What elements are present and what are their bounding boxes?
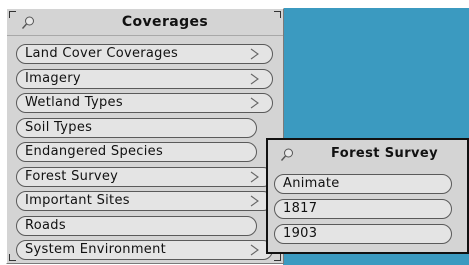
menu-item-label: Roads (25, 217, 66, 233)
menu-item-forest-survey[interactable]: Forest Survey (16, 166, 273, 187)
coverages-menu-items: Land Cover Coverages Imagery Wetland Typ… (16, 44, 273, 265)
menu-title: Coverages (121, 14, 209, 30)
submenu-item-1817[interactable]: 1817 (274, 199, 452, 219)
coverages-menu-window: Coverages Land Cover Coverages Imagery W… (6, 8, 284, 264)
menu-item-endangered-species[interactable]: Endangered Species (16, 142, 257, 162)
submenu-title: Forest Survey (331, 146, 438, 161)
menu-item-soil-types[interactable]: Soil Types (16, 117, 257, 138)
menu-item-important-sites[interactable]: Important Sites (16, 191, 273, 211)
forest-survey-items: Animate 1817 1903 (274, 174, 452, 249)
menu-item-label: Land Cover Coverages (25, 46, 179, 61)
resize-corner-bottom-left[interactable] (9, 254, 16, 261)
submenu-arrow-icon (250, 48, 260, 60)
submenu-item-1903[interactable]: 1903 (274, 224, 452, 244)
submenu-arrow-icon (250, 244, 260, 256)
submenu-titlebar: Forest Survey (268, 140, 467, 168)
submenu-item-animate[interactable]: Animate (274, 174, 452, 194)
menu-item-label: Endangered Species (25, 144, 164, 159)
submenu-arrow-icon (250, 195, 260, 207)
menu-item-imagery[interactable]: Imagery (16, 68, 273, 89)
menu-item-label: Imagery (25, 70, 81, 86)
menu-item-land-cover-coverages[interactable]: Land Cover Coverages (16, 44, 273, 64)
submenu-item-label: Animate (283, 176, 340, 191)
submenu-item-label: 1903 (283, 226, 318, 241)
coverages-menu-titlebar: Coverages (7, 9, 283, 36)
menu-item-label: System Environment (25, 242, 167, 257)
menu-item-label: Important Sites (25, 193, 130, 208)
forest-survey-submenu: Forest Survey Animate 1817 1903 (266, 138, 469, 254)
resize-corner-bottom-right[interactable] (274, 254, 281, 261)
submenu-arrow-icon (250, 97, 260, 109)
menu-item-roads[interactable]: Roads (16, 215, 257, 236)
menu-item-label: Forest Survey (25, 168, 119, 184)
menu-item-label: Wetland Types (25, 95, 123, 110)
submenu-item-label: 1817 (283, 201, 318, 216)
submenu-arrow-icon (250, 171, 260, 183)
menu-item-system-environment[interactable]: System Environment (16, 240, 273, 260)
menu-item-label: Soil Types (25, 119, 93, 135)
submenu-arrow-icon (250, 73, 260, 85)
menu-item-wetland-types[interactable]: Wetland Types (16, 93, 273, 113)
